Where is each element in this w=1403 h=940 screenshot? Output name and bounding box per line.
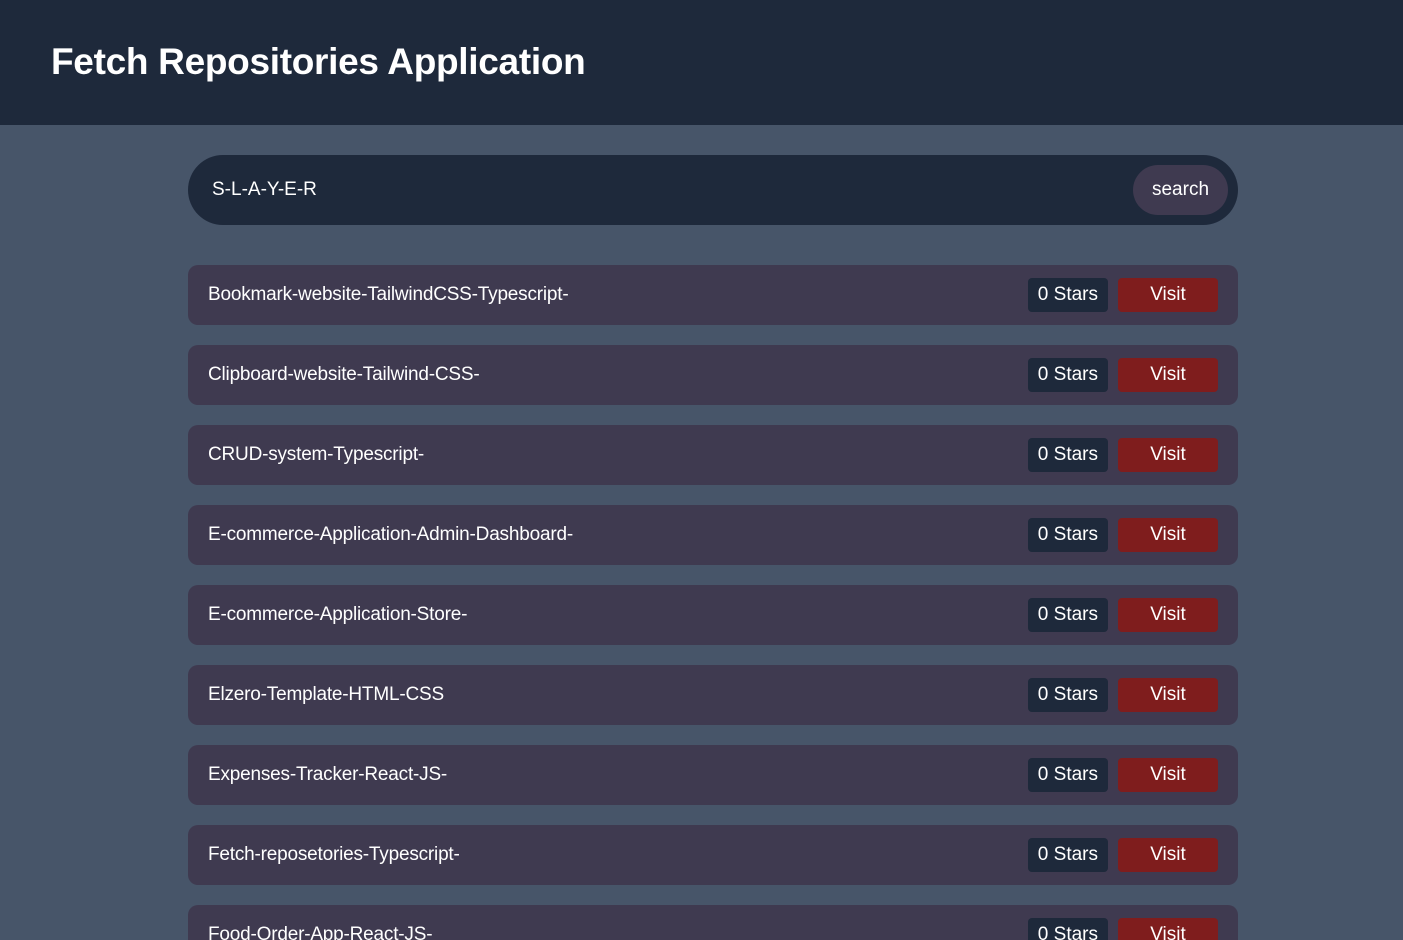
repo-actions: 0 Stars Visit	[1027, 518, 1218, 552]
search-bar: search	[188, 155, 1238, 225]
repo-actions: 0 Stars Visit	[1027, 598, 1218, 632]
stars-badge: 0 Stars	[1027, 758, 1108, 792]
repo-name: Clipboard-website-Tailwind-CSS-	[208, 364, 480, 385]
repo-actions: 0 Stars Visit	[1027, 838, 1218, 872]
repo-actions: 0 Stars Visit	[1027, 278, 1218, 312]
repo-actions: 0 Stars Visit	[1027, 918, 1218, 940]
repo-name: CRUD-system-Typescript-	[208, 444, 425, 465]
repo-name: Expenses-Tracker-React-JS-	[208, 764, 448, 785]
repo-item: Food-Order-App-React-JS- 0 Stars Visit	[188, 905, 1238, 940]
stars-badge: 0 Stars	[1027, 278, 1108, 312]
search-button[interactable]: search	[1133, 165, 1228, 215]
repo-name: E-commerce-Application-Store-	[208, 604, 468, 625]
repo-item: Bookmark-website-TailwindCSS-Typescript-…	[188, 265, 1238, 325]
search-input[interactable]	[212, 170, 1133, 210]
repo-name: Fetch-reposetories-Typescript-	[208, 844, 460, 865]
main-content: search Bookmark-website-TailwindCSS-Type…	[188, 125, 1238, 940]
visit-button[interactable]: Visit	[1118, 838, 1218, 872]
repo-item: Elzero-Template-HTML-CSS 0 Stars Visit	[188, 665, 1238, 725]
repo-item: Fetch-reposetories-Typescript- 0 Stars V…	[188, 825, 1238, 885]
repo-name: Bookmark-website-TailwindCSS-Typescript-	[208, 284, 569, 305]
visit-button[interactable]: Visit	[1118, 598, 1218, 632]
repo-item: Clipboard-website-Tailwind-CSS- 0 Stars …	[188, 345, 1238, 405]
app-header: Fetch Repositories Application	[0, 0, 1403, 125]
visit-button[interactable]: Visit	[1118, 518, 1218, 552]
repo-item: CRUD-system-Typescript- 0 Stars Visit	[188, 425, 1238, 485]
stars-badge: 0 Stars	[1027, 358, 1108, 392]
visit-button[interactable]: Visit	[1118, 278, 1218, 312]
stars-badge: 0 Stars	[1027, 678, 1108, 712]
repo-actions: 0 Stars Visit	[1027, 358, 1218, 392]
visit-button[interactable]: Visit	[1118, 758, 1218, 792]
repo-item: Expenses-Tracker-React-JS- 0 Stars Visit	[188, 745, 1238, 805]
repo-actions: 0 Stars Visit	[1027, 678, 1218, 712]
visit-button[interactable]: Visit	[1118, 358, 1218, 392]
repo-name: Elzero-Template-HTML-CSS	[208, 684, 444, 705]
repo-name: E-commerce-Application-Admin-Dashboard-	[208, 524, 573, 545]
stars-badge: 0 Stars	[1027, 918, 1108, 940]
repo-actions: 0 Stars Visit	[1027, 758, 1218, 792]
repo-name: Food-Order-App-React-JS-	[208, 924, 433, 940]
stars-badge: 0 Stars	[1027, 518, 1108, 552]
repo-item: E-commerce-Application-Store- 0 Stars Vi…	[188, 585, 1238, 645]
visit-button[interactable]: Visit	[1118, 918, 1218, 940]
repo-list: Bookmark-website-TailwindCSS-Typescript-…	[188, 265, 1238, 940]
visit-button[interactable]: Visit	[1118, 438, 1218, 472]
page-title: Fetch Repositories Application	[51, 40, 586, 82]
repo-item: E-commerce-Application-Admin-Dashboard- …	[188, 505, 1238, 565]
stars-badge: 0 Stars	[1027, 598, 1108, 632]
stars-badge: 0 Stars	[1027, 438, 1108, 472]
repo-actions: 0 Stars Visit	[1027, 438, 1218, 472]
visit-button[interactable]: Visit	[1118, 678, 1218, 712]
stars-badge: 0 Stars	[1027, 838, 1108, 872]
